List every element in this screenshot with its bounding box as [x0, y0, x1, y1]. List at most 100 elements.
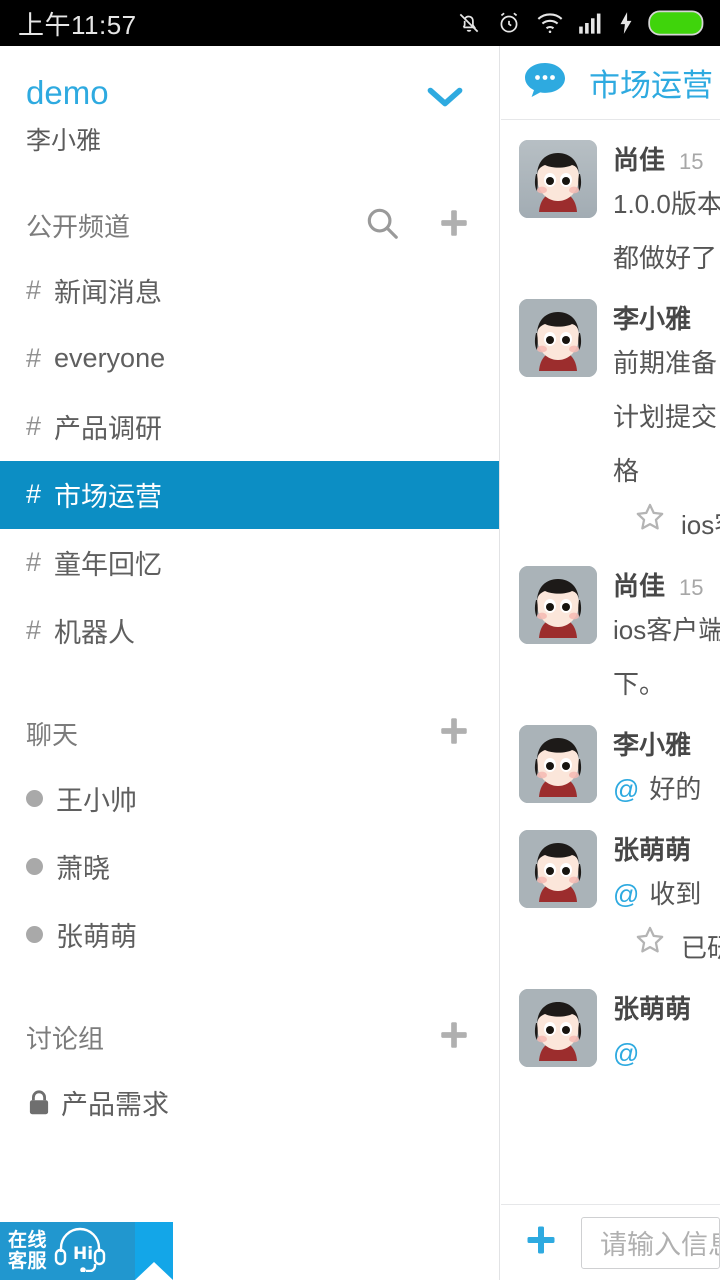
status-time: 上午11:57: [18, 9, 137, 40]
mention-icon[interactable]: @: [613, 879, 639, 909]
svg-text:Hi: Hi: [73, 1244, 93, 1264]
section-direct-messages: 聊天 王小帅 萧晓 张萌萌: [0, 709, 499, 969]
mute-bell-icon: [456, 10, 482, 36]
avatar[interactable]: [519, 140, 597, 218]
plus-icon[interactable]: [437, 206, 471, 245]
message-line-starred: ios客户端: [613, 498, 720, 552]
team-name: demo: [26, 74, 109, 111]
message-line: 下。: [613, 669, 666, 699]
sidebar-item-childhood[interactable]: # 童年回忆: [0, 529, 499, 597]
team-header[interactable]: demo 李小雅: [0, 46, 499, 157]
status-icon-group: [456, 10, 706, 36]
sidebar-item-everyone[interactable]: # everyone: [0, 325, 499, 393]
sidebar-item-label: 新闻消息: [54, 278, 163, 309]
message-author: 张萌萌: [613, 994, 692, 1024]
section-header: 讨论组: [0, 1013, 499, 1063]
avatar[interactable]: [519, 299, 597, 377]
message-line-text: 收到: [649, 879, 702, 909]
section-actions: [437, 714, 471, 753]
message-line-text: 好的: [649, 774, 702, 804]
avatar[interactable]: [519, 830, 597, 908]
sidebar-item-label: 产品调研: [54, 414, 163, 445]
message-header: 李小雅: [613, 725, 720, 762]
message-author: 尚佳: [613, 571, 666, 601]
message-list: 尚佳 15 1.0.0版本 都做好了 李小雅 前期准备 计划提交 格 ios 尚…: [501, 120, 720, 1080]
customer-service-line1: 在线: [8, 1229, 48, 1251]
sidebar-item-zhangmengmeng[interactable]: 张萌萌: [0, 901, 499, 969]
current-user-name: 李小雅: [26, 126, 102, 155]
star-icon[interactable]: [633, 921, 667, 975]
sidebar-item-marketing[interactable]: # 市场运营: [0, 460, 499, 529]
status-bar: 上午11:57: [0, 0, 720, 46]
group-list: 产品需求: [0, 1069, 499, 1137]
message-header: 张萌萌: [613, 830, 720, 867]
search-icon[interactable]: [363, 204, 401, 247]
sidebar-item-label: 机器人: [54, 618, 136, 649]
avatar[interactable]: [519, 566, 597, 644]
sidebar-item-robot[interactable]: # 机器人: [0, 597, 499, 665]
section-title: 聊天: [26, 720, 79, 751]
avatar[interactable]: [519, 989, 597, 1067]
charging-bolt-icon: [618, 11, 634, 35]
message-time: 15: [679, 149, 704, 174]
chat-header: 市场运营: [501, 46, 720, 120]
customer-service-widget[interactable]: 在线 客服 Hi: [0, 1218, 173, 1280]
app-body: demo 李小雅 公开频道 # 新闻消息 # everyone # 产品调研 #…: [0, 46, 720, 1280]
section-actions: [437, 1018, 471, 1057]
message-header: 尚佳 15: [613, 140, 720, 177]
sidebar: demo 李小雅 公开频道 # 新闻消息 # everyone # 产品调研 #…: [0, 46, 500, 1280]
mention-icon[interactable]: @: [613, 1038, 639, 1068]
battery-icon: [648, 10, 706, 36]
message-author: 李小雅: [613, 730, 692, 760]
presence-dot-icon: [26, 926, 43, 944]
message-input[interactable]: 请输入信息: [581, 1216, 720, 1269]
sidebar-item-news[interactable]: # 新闻消息: [0, 257, 499, 325]
message-body: 张萌萌 @: [613, 989, 720, 1080]
sidebar-item-label: 产品需求: [61, 1090, 169, 1121]
message-header: 李小雅: [613, 299, 720, 336]
message-item: 张萌萌 @: [501, 975, 720, 1080]
message-line: ios客户端: [613, 615, 720, 645]
presence-dot-icon: [26, 858, 43, 876]
avatar[interactable]: [519, 725, 597, 803]
sidebar-item-product-research[interactable]: # 产品调研: [0, 393, 499, 461]
message-line: @ 好的: [613, 762, 720, 816]
section-actions: [363, 204, 471, 247]
speech-bubble-icon[interactable]: [523, 61, 567, 104]
message-line: @ 收到: [613, 867, 720, 921]
sidebar-item-wangxiaoshuai[interactable]: 王小帅: [0, 765, 499, 833]
mention-icon[interactable]: @: [613, 774, 639, 804]
sidebar-item-xiaoxiao[interactable]: 萧晓: [0, 833, 499, 901]
hash-icon: #: [26, 275, 42, 306]
sidebar-item-label: 张萌萌: [56, 922, 137, 953]
plus-icon[interactable]: [437, 714, 471, 753]
alarm-clock-icon: [496, 10, 522, 36]
message-line: 都做好了: [613, 243, 718, 273]
hash-icon: #: [26, 547, 42, 578]
hash-icon: #: [26, 479, 42, 510]
message-item: 尚佳 15 ios客户端 下。: [501, 552, 720, 711]
plus-icon[interactable]: [523, 1222, 559, 1263]
customer-service-line2: 客服: [8, 1250, 48, 1272]
message-line: 计划提交: [613, 402, 718, 432]
message-line: @: [613, 1026, 720, 1080]
star-icon[interactable]: [633, 498, 667, 552]
dm-list: 王小帅 萧晓 张萌萌: [0, 765, 499, 969]
message-line-text: ios客户端: [681, 510, 720, 540]
plus-icon[interactable]: [437, 1018, 471, 1057]
sidebar-item-label: 市场运营: [54, 482, 163, 513]
sidebar-item-product-requirements[interactable]: 产品需求: [0, 1069, 499, 1137]
sidebar-item-label: 萧晓: [56, 854, 110, 885]
section-title: 公开频道: [26, 212, 131, 243]
chat-title: 市场运营: [589, 68, 713, 103]
hash-icon: #: [26, 615, 42, 646]
ribbon-shape-icon: [135, 1222, 173, 1280]
signal-bars-icon: [578, 11, 604, 35]
message-body: 李小雅 前期准备 计划提交 格 ios客户端: [613, 299, 720, 552]
message-item: 张萌萌 @ 收到 已研究，: [501, 816, 720, 975]
message-item: 尚佳 15 1.0.0版本 都做好了: [501, 126, 720, 285]
section-discussion-groups: 讨论组 产品需求: [0, 1013, 499, 1137]
customer-service-badge[interactable]: 在线 客服 Hi: [0, 1222, 135, 1280]
chevron-down-icon[interactable]: [425, 84, 465, 115]
message-body: 李小雅 @ 好的: [613, 725, 720, 816]
